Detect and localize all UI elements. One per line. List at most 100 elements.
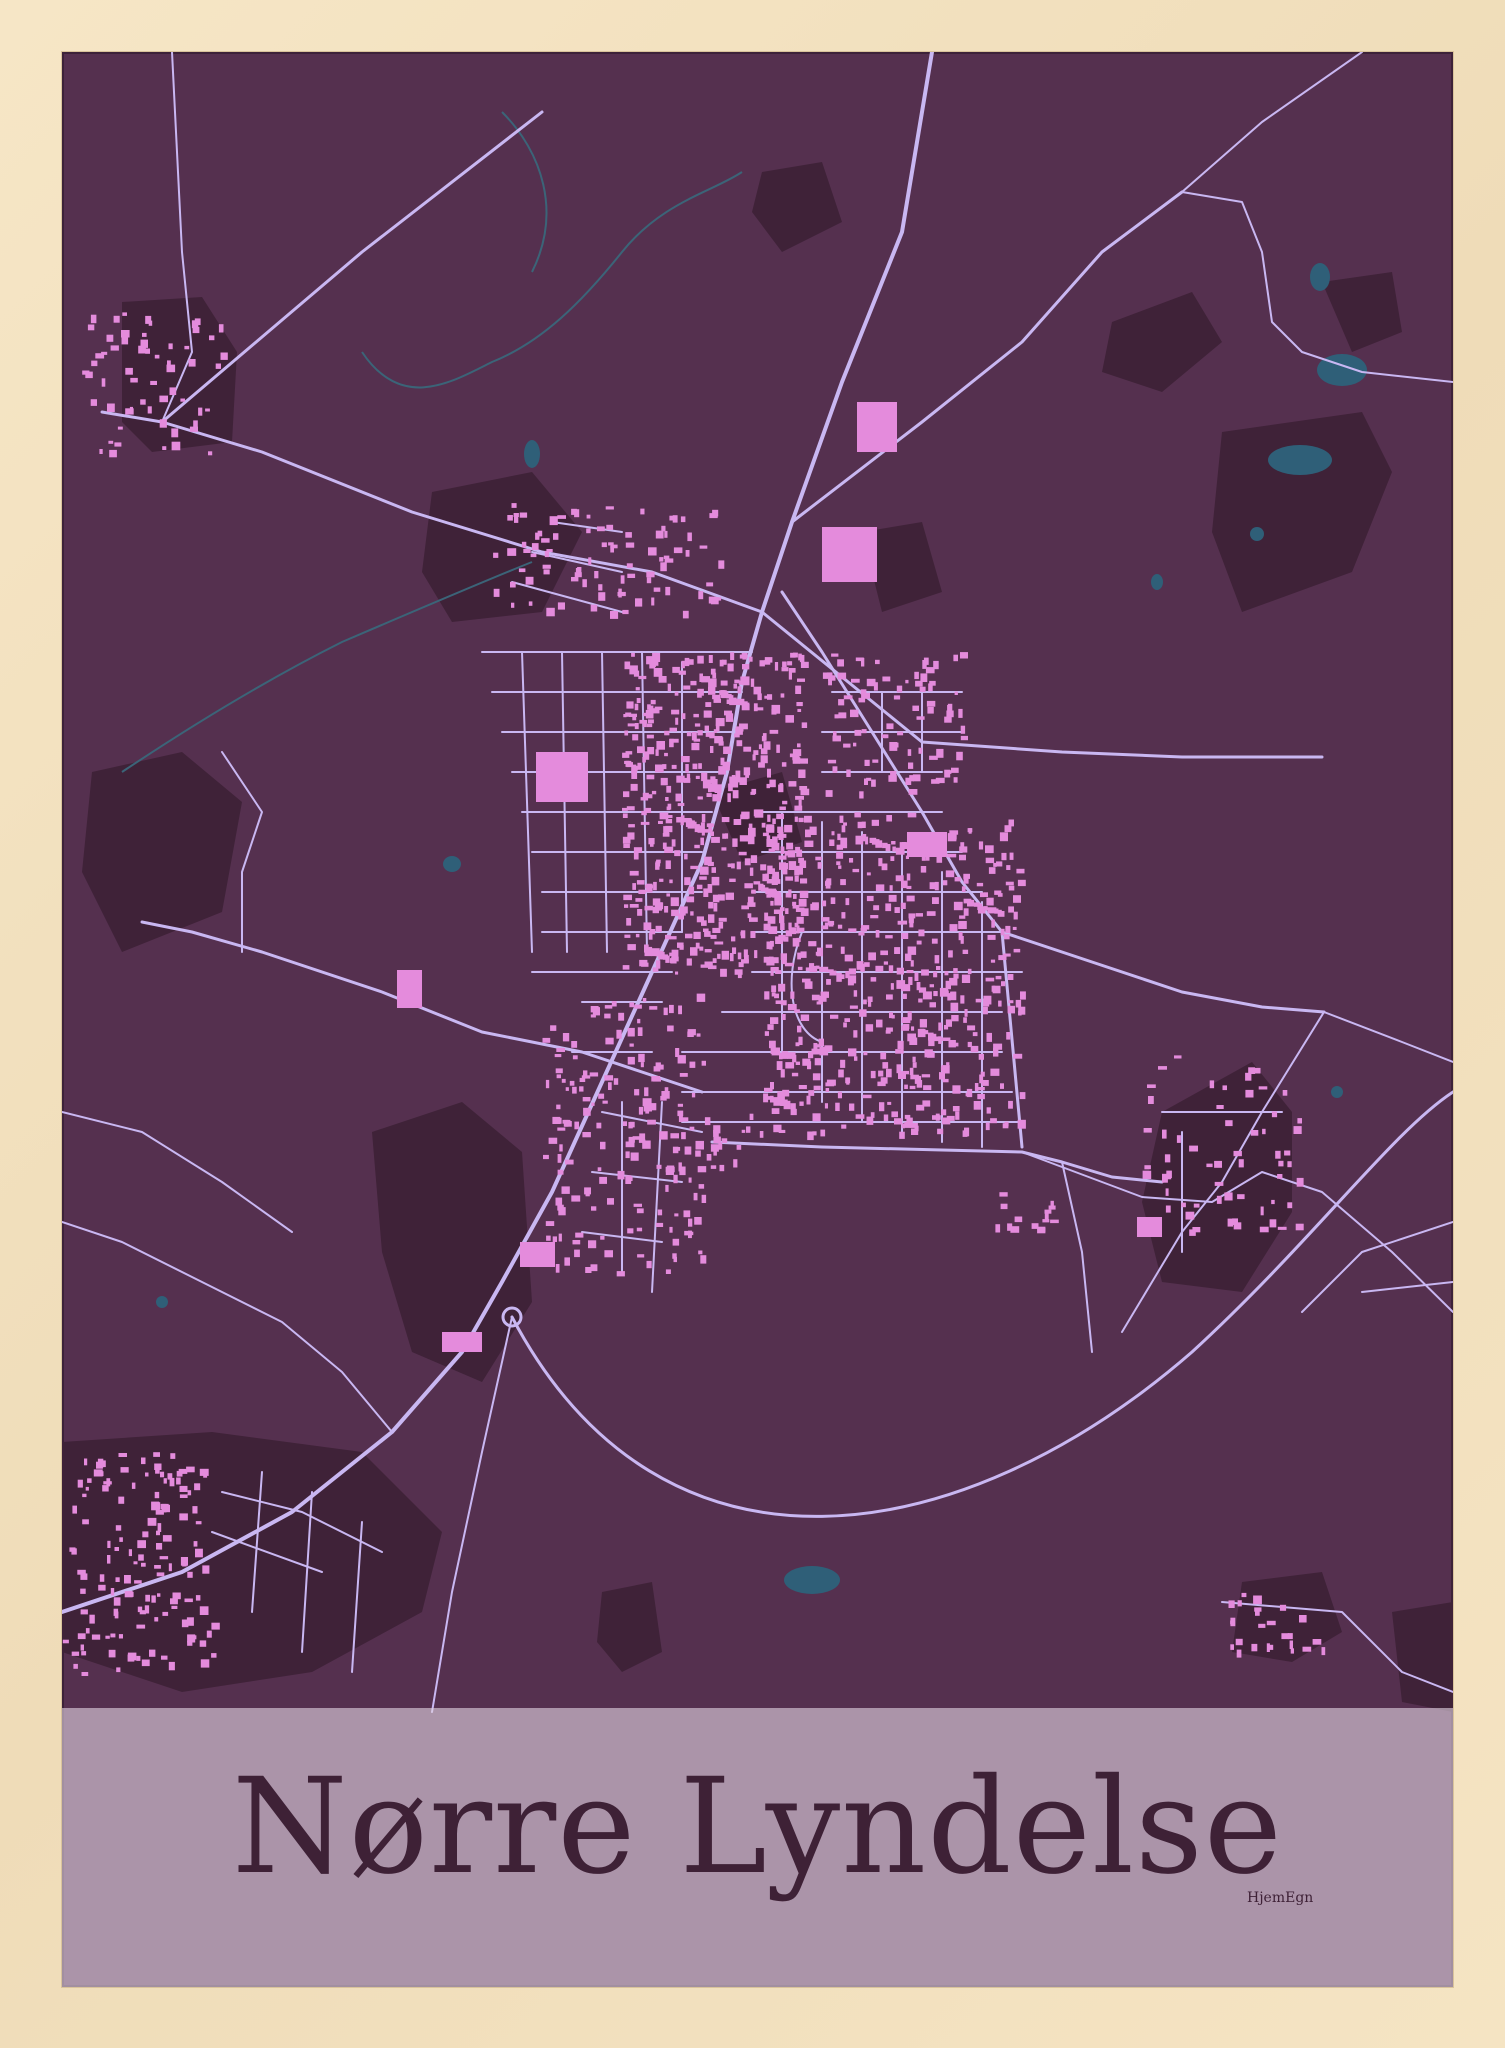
building [941, 1117, 951, 1125]
building [740, 931, 745, 936]
building [797, 966, 803, 971]
building [1279, 1604, 1287, 1611]
building [655, 764, 664, 773]
building [846, 769, 851, 777]
building [954, 877, 961, 882]
building [699, 545, 708, 549]
building [1233, 1222, 1242, 1230]
building [705, 702, 712, 707]
building [918, 998, 923, 1003]
building [964, 1009, 968, 1017]
building [875, 930, 880, 938]
building [859, 791, 864, 799]
building [685, 933, 693, 939]
building [788, 668, 796, 673]
building [909, 1085, 916, 1090]
building [625, 1141, 635, 1148]
building [169, 387, 177, 395]
building [548, 1137, 558, 1144]
building [778, 832, 784, 840]
building [186, 1466, 195, 1473]
building [875, 659, 880, 665]
building [676, 775, 685, 783]
building [630, 1152, 639, 1161]
building [713, 903, 718, 912]
building [983, 995, 992, 1005]
building [794, 870, 800, 876]
building [187, 1571, 193, 1578]
building [723, 746, 731, 754]
building [920, 673, 928, 682]
building [827, 921, 835, 926]
building [785, 1062, 795, 1069]
building [783, 936, 789, 942]
building [711, 876, 720, 886]
building [1260, 1206, 1264, 1216]
building [159, 395, 168, 403]
building [863, 1051, 868, 1056]
building [653, 1066, 661, 1072]
building [718, 766, 726, 775]
building [655, 1222, 664, 1227]
building [107, 1540, 111, 1548]
building [814, 1058, 821, 1066]
building [883, 734, 889, 739]
building [128, 1549, 132, 1557]
building [545, 1221, 555, 1226]
building [1297, 1118, 1302, 1124]
building [622, 1121, 627, 1126]
building [865, 836, 869, 845]
building [944, 971, 949, 976]
building [782, 800, 788, 805]
building [1008, 1000, 1014, 1004]
building [813, 1085, 821, 1091]
building [108, 1649, 116, 1658]
building [685, 550, 690, 557]
building [782, 661, 787, 668]
building [725, 713, 734, 722]
building [162, 1611, 169, 1616]
building [585, 1192, 590, 1197]
building [594, 571, 599, 579]
building [670, 897, 679, 907]
building [990, 1118, 997, 1124]
building [714, 789, 722, 793]
building [681, 660, 685, 669]
building [631, 652, 635, 657]
building [1236, 1649, 1242, 1658]
building [688, 886, 695, 895]
building [747, 836, 755, 845]
building [571, 508, 577, 515]
building [912, 705, 919, 711]
building [758, 883, 764, 891]
building [187, 1634, 196, 1643]
building [909, 1067, 914, 1075]
building [713, 1125, 721, 1134]
building [1238, 1159, 1244, 1168]
building [729, 878, 736, 882]
building [836, 973, 842, 982]
building [949, 924, 958, 932]
building [659, 557, 664, 562]
building [674, 1213, 679, 1217]
building [671, 909, 679, 917]
building [1042, 1219, 1050, 1223]
building [973, 902, 980, 907]
building [1006, 1032, 1011, 1040]
building [220, 352, 228, 360]
building [785, 930, 792, 937]
building [759, 1131, 764, 1138]
building [669, 1004, 674, 1014]
building [1016, 868, 1025, 874]
building [790, 1103, 796, 1110]
building [931, 938, 938, 944]
building [788, 889, 792, 898]
building [760, 864, 767, 871]
building [629, 1002, 635, 1008]
building [1165, 1188, 1169, 1196]
building [162, 446, 167, 450]
building [641, 962, 649, 967]
building [563, 1119, 569, 1127]
building [954, 691, 958, 695]
building [665, 1184, 669, 1192]
